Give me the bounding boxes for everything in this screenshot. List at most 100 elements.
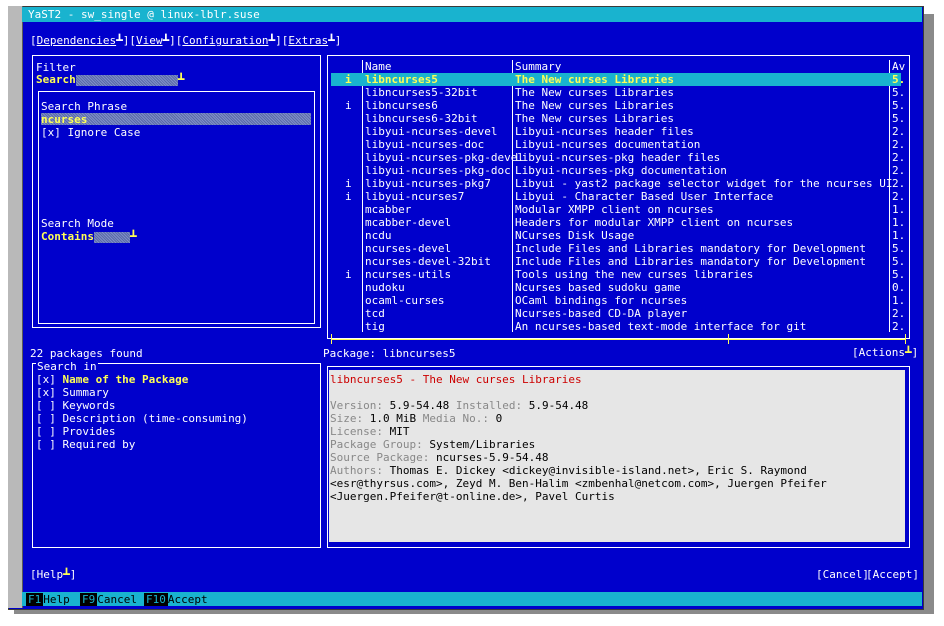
cell-av: 2.: [892, 151, 906, 164]
checkbox: [ ]: [36, 425, 56, 438]
cell-av: 1.: [892, 203, 906, 216]
menu-configuration[interactable]: [Configuration┻]: [176, 34, 282, 47]
table-row[interactable]: libncurses5-32bit The New curses Librarie…: [331, 86, 905, 99]
search-mode-value: Contains: [41, 230, 94, 243]
search-in-name[interactable]: [x] Name of the Package: [36, 373, 248, 386]
menu-dependencies[interactable]: [Dependencies┻]: [30, 34, 129, 47]
cell-av: 5.: [892, 112, 906, 125]
cell-summary: Modular XMPP client on ncurses: [515, 203, 714, 216]
cell-summary: Libyui-ncurses header files: [515, 125, 694, 138]
table-row[interactable]: tcd Ncurses-based CD-DA player 2.: [331, 307, 905, 320]
search-phrase-input[interactable]: ncurses: [41, 113, 311, 126]
details-license-line: License: MIT: [330, 425, 410, 438]
table-row[interactable]: i ncurses-utils Tools using the new curses…: [331, 268, 905, 281]
table-row[interactable]: tig An ncurses-based text-mode interface …: [331, 320, 905, 333]
table-row[interactable]: i libncurses5 The New curses Libraries 5.: [331, 73, 905, 86]
cell-summary: OCaml bindings for ncurses: [515, 294, 688, 307]
header-available[interactable]: Av: [892, 60, 905, 73]
horizontal-scrollbar[interactable]: [331, 339, 905, 340]
scrollbar-end: [905, 334, 906, 344]
option-label: Required by: [62, 438, 136, 451]
cell-summary: Libyui - yast2 package selector widget f…: [515, 177, 893, 190]
cell-av: 2.: [892, 190, 906, 203]
option-label: Description (time-consuming): [62, 412, 248, 425]
cell-summary: The New curses Libraries: [515, 99, 674, 112]
checkbox: [ ]: [36, 438, 56, 451]
table-row[interactable]: i libyui-ncurses7 Libyui - Character Based…: [331, 190, 905, 203]
help-button[interactable]: [Help┻]: [30, 568, 76, 581]
help-label: [Help: [30, 568, 64, 581]
menu-extras[interactable]: [Extras┻]: [282, 34, 342, 47]
table-row[interactable]: ncdu NCurses Disk Usage 1.: [331, 229, 905, 242]
cell-summary: Include Files and Libraries mandatory fo…: [515, 255, 866, 268]
search-phrase-label: Search Phrase: [41, 100, 128, 113]
table-row[interactable]: libyui-ncurses-doc Libyui-ncurses documen…: [331, 138, 905, 151]
search-in-required-by[interactable]: [ ] Required by: [36, 438, 248, 451]
filter-combo-value: [75, 74, 178, 86]
ignore-case-checkbox[interactable]: [x] Ignore Case: [41, 126, 140, 139]
cell-av: 5.: [892, 255, 906, 268]
cell-name: ncurses-devel-32bit: [365, 255, 491, 268]
ignore-case-label: Ignore Case: [67, 126, 141, 139]
cell-name: libncurses5: [365, 73, 438, 86]
cell-summary: Libyui - Character Based User Interface: [515, 190, 774, 203]
search-in-label: Search in: [36, 360, 98, 373]
cell-summary: Headers for modular XMPP client on ncurs…: [515, 216, 794, 229]
cell-name: ncurses-utils: [365, 268, 452, 281]
option-label: Provides: [62, 425, 116, 438]
cell-name: libyui-ncurses-devel: [365, 125, 498, 138]
cell-name: tcd: [365, 307, 385, 320]
cell-status: i: [345, 73, 352, 86]
package-details: libncurses5 - The New curses Libraries V…: [329, 370, 905, 542]
cell-summary: Libyui-ncurses-pkg documentation: [515, 164, 727, 177]
search-in-summary[interactable]: [x] Summary: [36, 386, 248, 399]
cell-summary: NCurses Disk Usage: [515, 229, 635, 242]
table-row[interactable]: ncurses-devel Include Files and Libraries…: [331, 242, 905, 255]
search-mode-combo[interactable]: Contains ┻: [41, 230, 137, 243]
package-table: Name Summary Av i libncurses5 The New curs…: [331, 60, 907, 344]
accept-label: [Accept]: [866, 568, 919, 581]
table-row[interactable]: ncurses-devel-32bit Include Files and Lib…: [331, 255, 905, 268]
cell-summary: Libyui-ncurses-pkg header files: [515, 151, 721, 164]
search-in-keywords[interactable]: [ ] Keywords: [36, 399, 248, 412]
table-row[interactable]: libncurses6-32bit The New curses Librarie…: [331, 112, 905, 125]
table-row[interactable]: libyui-ncurses-pkg-doc Libyui-ncurses-pkg…: [331, 164, 905, 177]
table-row[interactable]: ocaml-curses OCaml bindings for ncurses 1.: [331, 294, 905, 307]
cell-av: 1.: [892, 216, 906, 229]
search-phrase-value: ncurses: [41, 113, 88, 126]
header-name[interactable]: Name: [365, 60, 392, 73]
cancel-button[interactable]: [Cancel]: [816, 568, 869, 581]
cell-status: i: [345, 99, 352, 112]
filter-combo[interactable]: Search ┻: [36, 73, 184, 86]
menu-view[interactable]: [View┻]: [129, 34, 175, 47]
table-row[interactable]: i libyui-ncurses-pkg7 Libyui - yast2 packa…: [331, 177, 905, 190]
details-authors-line: <esr@thyrsus.com>, Zeyd M. Ben-Halim <zm…: [330, 477, 827, 490]
function-key-bar: F1 Help F9 Cancel F10 Accept: [22, 592, 922, 606]
details-size-line: Size: 1.0 MiB Media No.: 0: [330, 412, 503, 425]
cell-summary: The New curses Libraries: [515, 112, 674, 125]
fkey-f9[interactable]: F9 Cancel: [80, 593, 137, 606]
cell-name: mcabber-devel: [365, 216, 452, 229]
fkey-f1[interactable]: F1 Help: [26, 593, 70, 606]
table-row[interactable]: nudoku Ncurses based sudoku game 0.: [331, 281, 905, 294]
cell-av: 2.: [892, 138, 906, 151]
cell-av: 2.: [892, 125, 906, 138]
table-row[interactable]: mcabber Modular XMPP client on ncurses 1.: [331, 203, 905, 216]
actions-button[interactable]: [Actions┻]: [852, 346, 918, 359]
header-summary[interactable]: Summary: [515, 60, 561, 73]
scrollbar-thumb[interactable]: [728, 334, 729, 344]
table-row[interactable]: mcabber-devel Headers for modular XMPP cl…: [331, 216, 905, 229]
accept-button[interactable]: [Accept]: [866, 568, 919, 581]
cell-summary: Tools using the new curses libraries: [515, 268, 754, 281]
scrollbar-start: [331, 334, 332, 344]
fkey-f10[interactable]: F10 Accept: [144, 593, 208, 606]
search-in-description[interactable]: [ ] Description (time-consuming): [36, 412, 248, 425]
table-row[interactable]: libyui-ncurses-pkg-devel Libyui-ncurses-p…: [331, 151, 905, 164]
search-in-provides[interactable]: [ ] Provides: [36, 425, 248, 438]
search-in-list: [x] Name of the Package [x] Summary [ ] …: [36, 373, 248, 451]
table-row[interactable]: libyui-ncurses-devel Libyui-ncurses heade…: [331, 125, 905, 138]
cell-name: libncurses5-32bit: [365, 86, 478, 99]
table-row[interactable]: i libncurses6 The New curses Libraries 5.: [331, 99, 905, 112]
option-label: Summary: [62, 386, 109, 399]
cancel-label: [Cancel]: [816, 568, 869, 581]
